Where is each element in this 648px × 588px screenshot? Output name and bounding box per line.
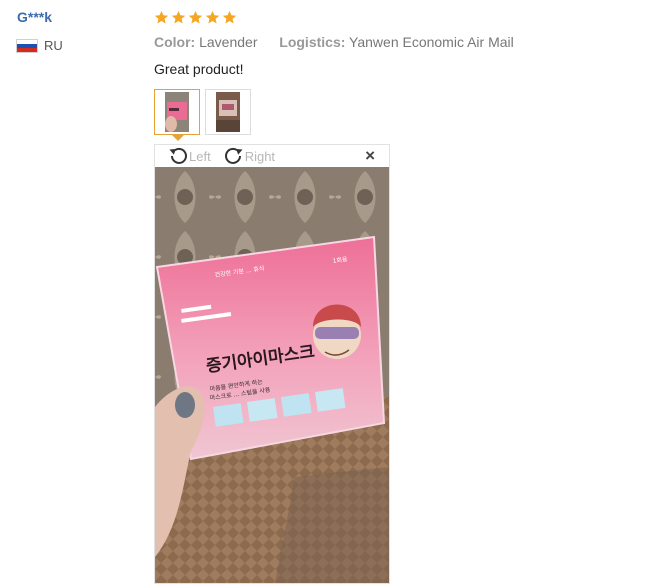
review-text: Great product!: [154, 61, 244, 77]
russia-flag-icon: [16, 38, 38, 53]
star-icon: [154, 10, 169, 24]
rotate-left-icon: [169, 147, 187, 164]
reviewer-name[interactable]: G***k: [17, 9, 52, 25]
logistics-value: Yanwen Economic Air Mail: [349, 34, 514, 50]
star-icon: [205, 10, 220, 24]
selected-thumbnail-pointer: [171, 134, 185, 141]
rotate-right-icon: [224, 147, 243, 164]
review-meta: Color: Lavender Logistics: Yanwen Econom…: [154, 34, 514, 50]
review-photo-thumbnail-2[interactable]: [205, 89, 251, 135]
rotate-left-label: Left: [189, 148, 211, 164]
photo-viewer: Left Right × 증기아이마스크 건강한 기분 ... 휴식 마음을 편…: [154, 144, 390, 584]
country-code: RU: [44, 38, 63, 53]
color-value: Lavender: [199, 34, 258, 50]
reviewer-country: RU: [16, 38, 63, 53]
thumbnail-image: [216, 92, 240, 132]
star-icon: [171, 10, 186, 24]
review-photo-thumbnail-1[interactable]: [154, 89, 200, 135]
star-icon: [188, 10, 203, 24]
star-rating: [154, 10, 237, 25]
review-photo-image: 증기아이마스크 건강한 기분 ... 휴식 마음을 편안하게 하는 마스크로 .…: [155, 167, 389, 583]
rotate-left-button[interactable]: Left: [167, 146, 211, 166]
viewer-toolbar: Left Right ×: [155, 145, 389, 167]
close-viewer-button[interactable]: ×: [365, 147, 375, 164]
rotate-right-label: Right: [244, 148, 276, 164]
logistics-label: Logistics:: [279, 34, 346, 50]
thumbnail-image: [165, 92, 189, 132]
star-icon: [222, 10, 237, 24]
color-label: Color:: [154, 34, 196, 50]
rotate-right-button[interactable]: Right: [223, 146, 275, 166]
